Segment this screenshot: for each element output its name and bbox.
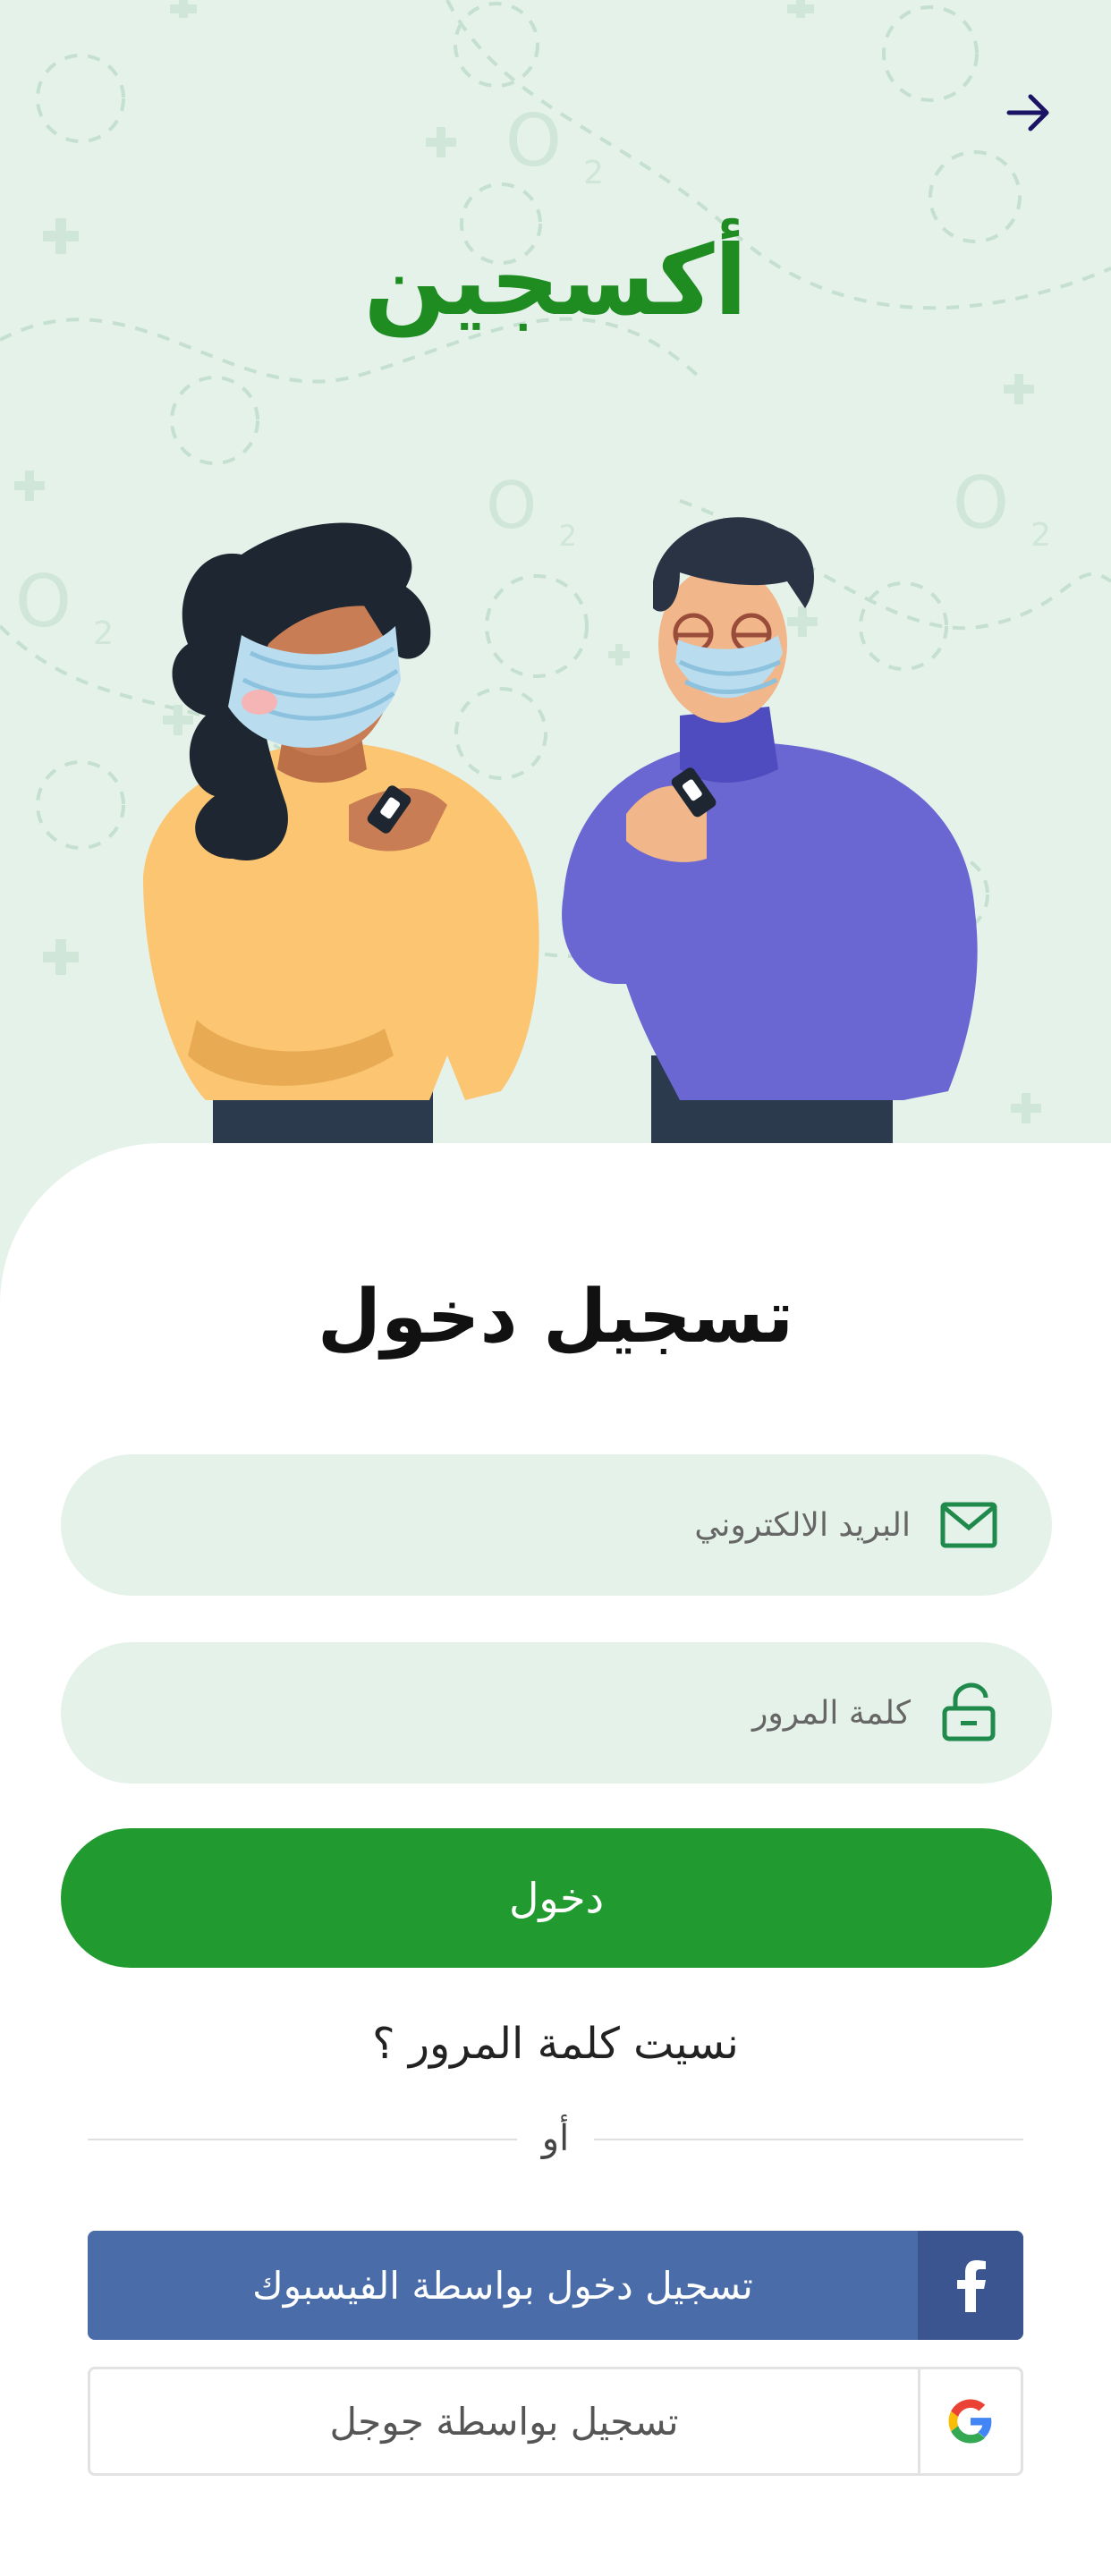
google-icon <box>948 2399 992 2444</box>
facebook-icon <box>957 2260 986 2312</box>
password-input[interactable] <box>97 1693 912 1733</box>
login-button[interactable]: دخول <box>61 1828 1052 1968</box>
email-field[interactable] <box>61 1454 1052 1596</box>
hero-section: O 2 O 2 O 2 O 2 أكسجين <box>0 0 1111 1163</box>
arrow-right-icon <box>1006 94 1049 131</box>
or-label: أو <box>541 2118 570 2159</box>
woman-figure <box>143 522 539 1163</box>
app-title: أكسجين <box>363 225 748 337</box>
man-figure <box>562 517 978 1163</box>
google-logo-box <box>918 2369 1021 2473</box>
people-illustration <box>143 517 978 1163</box>
mail-icon <box>940 1502 997 1548</box>
unlock-icon <box>942 1682 996 1741</box>
svg-text:O: O <box>505 99 562 182</box>
email-input[interactable] <box>97 1505 912 1545</box>
facebook-login-label: تسجيل دخول بواسطة الفيسبوك <box>252 2263 753 2308</box>
back-arrow-button[interactable] <box>1002 86 1056 140</box>
facebook-login-button[interactable]: تسجيل دخول بواسطة الفيسبوك <box>88 2231 1023 2340</box>
login-heading: تسجيل دخول <box>317 1275 794 1360</box>
forgot-password-link[interactable]: نسيت كلمة المرور ؟ <box>0 2012 1111 2075</box>
svg-text:2: 2 <box>583 155 604 191</box>
google-login-label: تسجيل بواسطة جوجل <box>329 2399 679 2444</box>
google-login-button[interactable]: تسجيل بواسطة جوجل <box>88 2367 1023 2476</box>
facebook-logo-box <box>918 2231 1023 2340</box>
password-field[interactable] <box>61 1642 1052 1784</box>
or-divider: أو <box>88 2107 1023 2170</box>
